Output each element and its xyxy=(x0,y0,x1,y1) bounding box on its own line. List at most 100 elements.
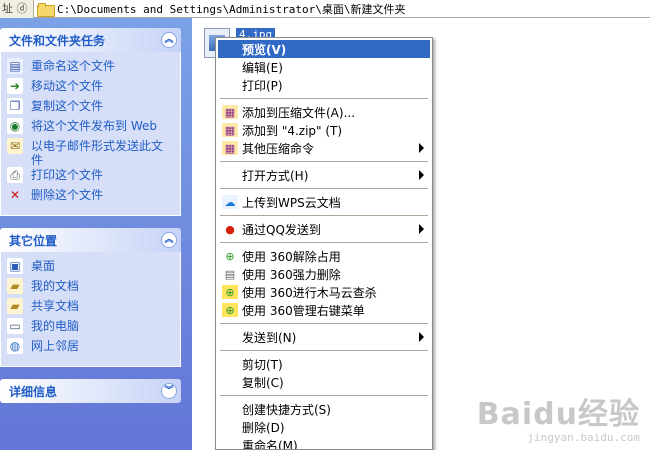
menu-item[interactable]: ⊕ 使用 360管理右键菜单 xyxy=(218,301,430,319)
menu-item[interactable]: ▦ 添加到压缩文件(A)... xyxy=(218,103,430,121)
file-task-item[interactable]: ✕ 删除这个文件 xyxy=(7,187,174,207)
file-task-item-label: 重命名这个文件 xyxy=(31,59,116,73)
menu-item[interactable]: ⊕ 使用 360进行木马云查杀 xyxy=(218,283,430,301)
menu-item-label: 重命名(M) xyxy=(242,438,298,450)
menu-item-label: 预览(V) xyxy=(242,42,287,57)
publish-web-icon: ◉ xyxy=(7,118,23,134)
menu-item-label: 使用 360管理右键菜单 xyxy=(242,303,365,318)
wps-cloud-icon: ☁ xyxy=(222,195,238,209)
submenu-arrow-icon xyxy=(419,332,424,342)
menu-item-label: 上传到WPS云文档 xyxy=(242,195,341,210)
archive-icon: ▦ xyxy=(222,141,238,155)
submenu-arrow-icon xyxy=(419,224,424,234)
details-header[interactable]: 详细信息 ︾ xyxy=(0,379,181,403)
menu-item-label: 发送到(N) xyxy=(242,330,297,345)
menu-item-label: 编辑(E) xyxy=(242,60,283,75)
watermark: Baidu经验 jingyan.baidu.com xyxy=(477,389,640,444)
menu-item-label: 使用 360解除占用 xyxy=(242,249,341,264)
menu-item-label: 删除(D) xyxy=(242,420,285,435)
menu-separator xyxy=(220,395,428,396)
other-places-header[interactable]: 其它位置 ︽ xyxy=(0,228,181,252)
file-task-item[interactable]: ▤ 重命名这个文件 xyxy=(7,58,174,78)
submenu-arrow-icon xyxy=(419,170,424,180)
file-task-item-label: 将这个文件发布到 Web xyxy=(31,119,157,133)
other-place-item-label: 共享文档 xyxy=(31,299,80,313)
details-title: 详细信息 xyxy=(9,384,58,399)
menu-separator xyxy=(220,161,428,162)
collapse-icon[interactable]: ︽ xyxy=(161,32,177,48)
menu-item-label: 复制(C) xyxy=(242,375,284,390)
address-label: 址 ⓓ xyxy=(0,0,34,18)
menu-item-label: 打印(P) xyxy=(242,78,283,93)
menu-item[interactable]: ▤ 使用 360强力删除 xyxy=(218,265,430,283)
menu-item[interactable]: 重命名(M) xyxy=(218,436,430,450)
file-tasks-header[interactable]: 文件和文件夹任务 ︽ xyxy=(0,28,181,52)
other-place-item-label: 桌面 xyxy=(31,259,56,273)
archive-icon: ▦ xyxy=(222,123,238,137)
file-tasks-list: ▤ 重命名这个文件 ➜ 移动这个文件 ❐ 复制这个文件 ◉ 将这个文件发布到 Web ✉ 以电子邮… xyxy=(0,52,181,216)
file-task-item-label: 以电子邮件形式发送此文件 xyxy=(31,139,164,167)
file-task-item[interactable]: ⎙ 打印这个文件 xyxy=(7,167,174,187)
menu-separator xyxy=(220,98,428,99)
other-places-list: ▣ 桌面 ▰ 我的文档 ▰ 共享文档 ▭ 我的电脑 ◍ 网上邻居 xyxy=(0,252,181,367)
file-task-item[interactable]: ❐ 复制这个文件 xyxy=(7,98,174,118)
details-panel: 详细信息 ︾ xyxy=(0,379,181,403)
watermark-logo: Baidu经验 xyxy=(476,397,640,432)
menu-item[interactable]: ☁ 上传到WPS云文档 xyxy=(218,193,430,211)
other-place-item-label: 网上邻居 xyxy=(31,339,80,353)
360-unlock-icon: ⊕ xyxy=(222,249,238,263)
file-task-item[interactable]: ✉ 以电子邮件形式发送此文件 xyxy=(7,138,174,167)
rename-icon: ▤ xyxy=(7,58,23,74)
other-place-item[interactable]: ▭ 我的电脑 xyxy=(7,318,174,338)
move-icon: ➜ xyxy=(7,78,23,94)
menu-item[interactable]: 创建快捷方式(S) xyxy=(218,400,430,418)
menu-item-label: 添加到压缩文件(A)... xyxy=(242,105,356,120)
shared-documents-icon: ▰ xyxy=(7,298,23,314)
menu-item-label: 通过QQ发送到 xyxy=(242,222,321,237)
file-task-item[interactable]: ◉ 将这个文件发布到 Web xyxy=(7,118,174,138)
menu-item[interactable]: 发送到(N) xyxy=(218,328,430,346)
delete-x-icon: ✕ xyxy=(9,188,21,202)
other-place-item[interactable]: ◍ 网上邻居 xyxy=(7,338,174,358)
menu-item[interactable]: 预览(V) xyxy=(218,40,430,58)
other-place-item-label: 我的电脑 xyxy=(31,319,80,333)
menu-item[interactable]: ▦ 其他压缩命令 xyxy=(218,139,430,157)
other-place-item[interactable]: ▰ 我的文档 xyxy=(7,278,174,298)
file-tasks-title: 文件和文件夹任务 xyxy=(9,33,106,48)
address-field[interactable]: C:\Documents and Settings\Administrator\… xyxy=(34,0,650,17)
menu-item[interactable]: ● 通过QQ发送到 xyxy=(218,220,430,238)
menu-separator xyxy=(220,188,428,189)
printer-icon: ⎙ xyxy=(7,167,23,183)
menu-item-label: 添加到 "4.zip" (T) xyxy=(242,123,343,138)
menu-item[interactable]: ⊕ 使用 360解除占用 xyxy=(218,247,430,265)
file-task-item-label: 删除这个文件 xyxy=(31,188,104,202)
copy-icon: ❐ xyxy=(7,98,23,114)
archive-icon: ▦ xyxy=(222,105,238,119)
menu-item[interactable]: 打开方式(H) xyxy=(218,166,430,184)
menu-item[interactable]: 打印(P) xyxy=(218,76,430,94)
my-computer-icon: ▭ xyxy=(7,318,23,334)
menu-item[interactable]: 剪切(T) xyxy=(218,355,430,373)
menu-item[interactable]: 复制(C) xyxy=(218,373,430,391)
collapse-icon[interactable]: ︽ xyxy=(161,232,177,248)
file-task-item-label: 移动这个文件 xyxy=(31,79,104,93)
submenu-arrow-icon xyxy=(419,143,424,153)
file-task-item[interactable]: ➜ 移动这个文件 xyxy=(7,78,174,98)
other-place-item-label: 我的文档 xyxy=(31,279,80,293)
menu-item-label: 打开方式(H) xyxy=(242,168,309,183)
other-place-item[interactable]: ▰ 共享文档 xyxy=(7,298,174,318)
network-icon: ◍ xyxy=(7,338,23,354)
expand-icon[interactable]: ︾ xyxy=(161,383,177,399)
menu-item-label: 使用 360进行木马云查杀 xyxy=(242,285,377,300)
qq-icon: ● xyxy=(225,222,235,236)
other-place-item[interactable]: ▣ 桌面 xyxy=(7,258,174,278)
menu-separator xyxy=(220,215,428,216)
task-pane: 文件和文件夹任务 ︽ ▤ 重命名这个文件 ➜ 移动这个文件 ❐ 复制这个文件 ◉ 将这个文件发… xyxy=(0,18,192,450)
address-bar: 址 ⓓ C:\Documents and Settings\Administra… xyxy=(0,0,650,18)
menu-separator xyxy=(220,242,428,243)
menu-item[interactable]: 编辑(E) xyxy=(218,58,430,76)
menu-item[interactable]: ▦ 添加到 "4.zip" (T) xyxy=(218,121,430,139)
menu-item[interactable]: 删除(D) xyxy=(218,418,430,436)
file-tasks-panel: 文件和文件夹任务 ︽ ▤ 重命名这个文件 ➜ 移动这个文件 ❐ 复制这个文件 ◉ 将这个文件发… xyxy=(0,28,181,216)
menu-item-label: 使用 360强力删除 xyxy=(242,267,341,282)
